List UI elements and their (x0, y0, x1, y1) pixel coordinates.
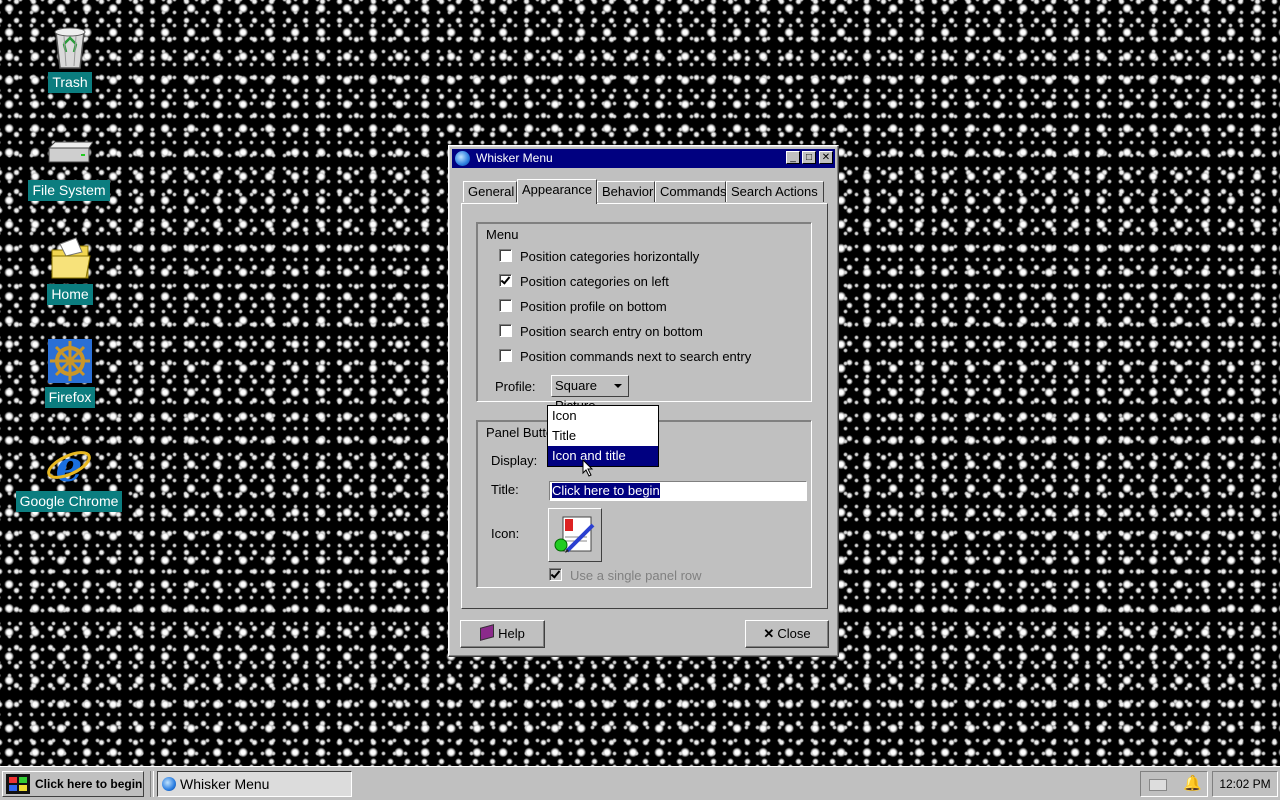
battery-icon[interactable] (1149, 779, 1167, 791)
icon-picker-button[interactable] (548, 508, 602, 562)
tab-appearance[interactable]: Appearance (517, 179, 597, 204)
title-input-value: Click here to begin (552, 483, 660, 498)
desktop-icon-label: Firefox (44, 387, 96, 408)
panel-tools-icon (554, 516, 595, 553)
dropdown-option-icon-and-title[interactable]: Icon and title (548, 446, 658, 466)
dropdown-option-icon[interactable]: Icon (548, 406, 658, 426)
checkbox-checked-disabled[interactable] (549, 568, 562, 581)
desktop-icon-label: Google Chrome (15, 491, 123, 512)
desktop-icon-home[interactable]: Home (15, 234, 125, 305)
desktop-icon-file-system[interactable]: File System (14, 130, 124, 201)
tab-search-actions[interactable]: Search Actions (726, 181, 824, 202)
dropdown-option-title[interactable]: Title (548, 426, 658, 446)
icon-label: Icon: (491, 526, 520, 541)
display-label: Display: (491, 453, 538, 468)
whisker-menu-window: Whisker Menu _ □ ✕ General Appearance Be… (448, 145, 839, 657)
drive-icon (45, 130, 94, 178)
start-label: Click here to begin (35, 777, 143, 791)
checkbox-row-categories-horizontal[interactable]: Position categories horizontally (499, 248, 699, 266)
close-button[interactable]: ✕ Close (745, 620, 829, 648)
taskbar-separator (150, 771, 154, 797)
profile-combo[interactable]: Square Picture (551, 375, 629, 413)
windows-logo-icon (6, 774, 30, 794)
app-icon (455, 151, 470, 166)
taskbar-item-label: Whisker Menu (180, 776, 270, 792)
desktop-icon-firefox[interactable]: Firefox (15, 337, 125, 408)
checkbox-label: Position profile on bottom (520, 299, 667, 314)
title-label: Title: (491, 482, 519, 497)
clock-time: 12:02 PM (1219, 777, 1271, 791)
close-icon: ✕ (821, 152, 831, 163)
checkbox-label: Position search entry on bottom (520, 324, 703, 339)
checkbox-row-single-panel-row[interactable]: Use a single panel row (549, 567, 702, 585)
help-label: Help (498, 626, 525, 641)
tab-commands[interactable]: Commands (655, 181, 726, 202)
bell-icon[interactable]: 🔔 (1183, 775, 1202, 793)
checkbox-label: Use a single panel row (570, 568, 702, 583)
svg-text:e: e (56, 442, 83, 489)
folder-icon (46, 234, 94, 282)
trash-icon (46, 22, 94, 70)
ship-wheel-icon (46, 337, 94, 385)
tray-icons: 🔔 (1140, 771, 1208, 797)
checkbox-label: Position commands next to search entry (520, 349, 752, 364)
checkbox[interactable] (499, 249, 512, 262)
checkbox-row-categories-left[interactable]: Position categories on left (499, 273, 669, 291)
checkbox-label: Position categories horizontally (520, 249, 700, 264)
close-window-button[interactable]: ✕ (819, 151, 833, 164)
chevron-down-icon (614, 384, 622, 388)
checkbox-row-profile-bottom[interactable]: Position profile on bottom (499, 298, 667, 316)
maximize-icon: □ (805, 152, 813, 163)
close-x-icon: ✕ (763, 626, 775, 641)
desktop-icon-label: File System (28, 180, 110, 201)
tab-behavior[interactable]: Behavior (597, 181, 655, 202)
tab-general[interactable]: General (463, 181, 517, 202)
checkbox-label: Position categories on left (520, 274, 669, 289)
checkbox-row-commands-next[interactable]: Position commands next to search entry (499, 348, 751, 366)
checkbox[interactable] (499, 349, 512, 362)
help-button[interactable]: Help (460, 620, 545, 648)
checkbox-checked[interactable] (499, 274, 512, 287)
group-title-menu: Menu (486, 227, 519, 242)
desktop-icon-label: Home (47, 284, 93, 305)
close-label: Close (777, 626, 811, 641)
title-input[interactable]: Click here to begin (549, 481, 807, 501)
checkbox[interactable] (499, 324, 512, 337)
window-title: Whisker Menu (476, 151, 553, 165)
display-dropdown-list: Icon Title Icon and title (547, 405, 659, 467)
desktop-icon-trash[interactable]: Trash (15, 22, 125, 93)
ie-icon: e (45, 441, 93, 491)
maximize-button[interactable]: □ (802, 151, 816, 164)
help-book-icon (480, 624, 495, 641)
clock[interactable]: 12:02 PM (1212, 771, 1278, 797)
taskbar-item-whisker-menu[interactable]: Whisker Menu (157, 771, 352, 797)
checkbox[interactable] (499, 299, 512, 312)
mouse-pointer-icon (582, 459, 594, 477)
profile-label: Profile: (495, 379, 536, 394)
minimize-icon: _ (790, 152, 796, 163)
menu-group: Menu Position categories horizontally Po… (476, 222, 812, 413)
start-button[interactable]: Click here to begin (2, 771, 144, 797)
desktop-icon-google-chrome[interactable]: e Google Chrome (14, 441, 124, 512)
minimize-button[interactable]: _ (786, 151, 800, 164)
app-icon (162, 777, 176, 791)
title-bar[interactable]: Whisker Menu _ □ ✕ (452, 149, 835, 168)
desktop-icon-label: Trash (48, 72, 92, 93)
taskbar: Click here to begin Whisker Menu 🔔 12:02… (0, 766, 1280, 800)
checkbox-row-search-bottom[interactable]: Position search entry on bottom (499, 323, 703, 341)
